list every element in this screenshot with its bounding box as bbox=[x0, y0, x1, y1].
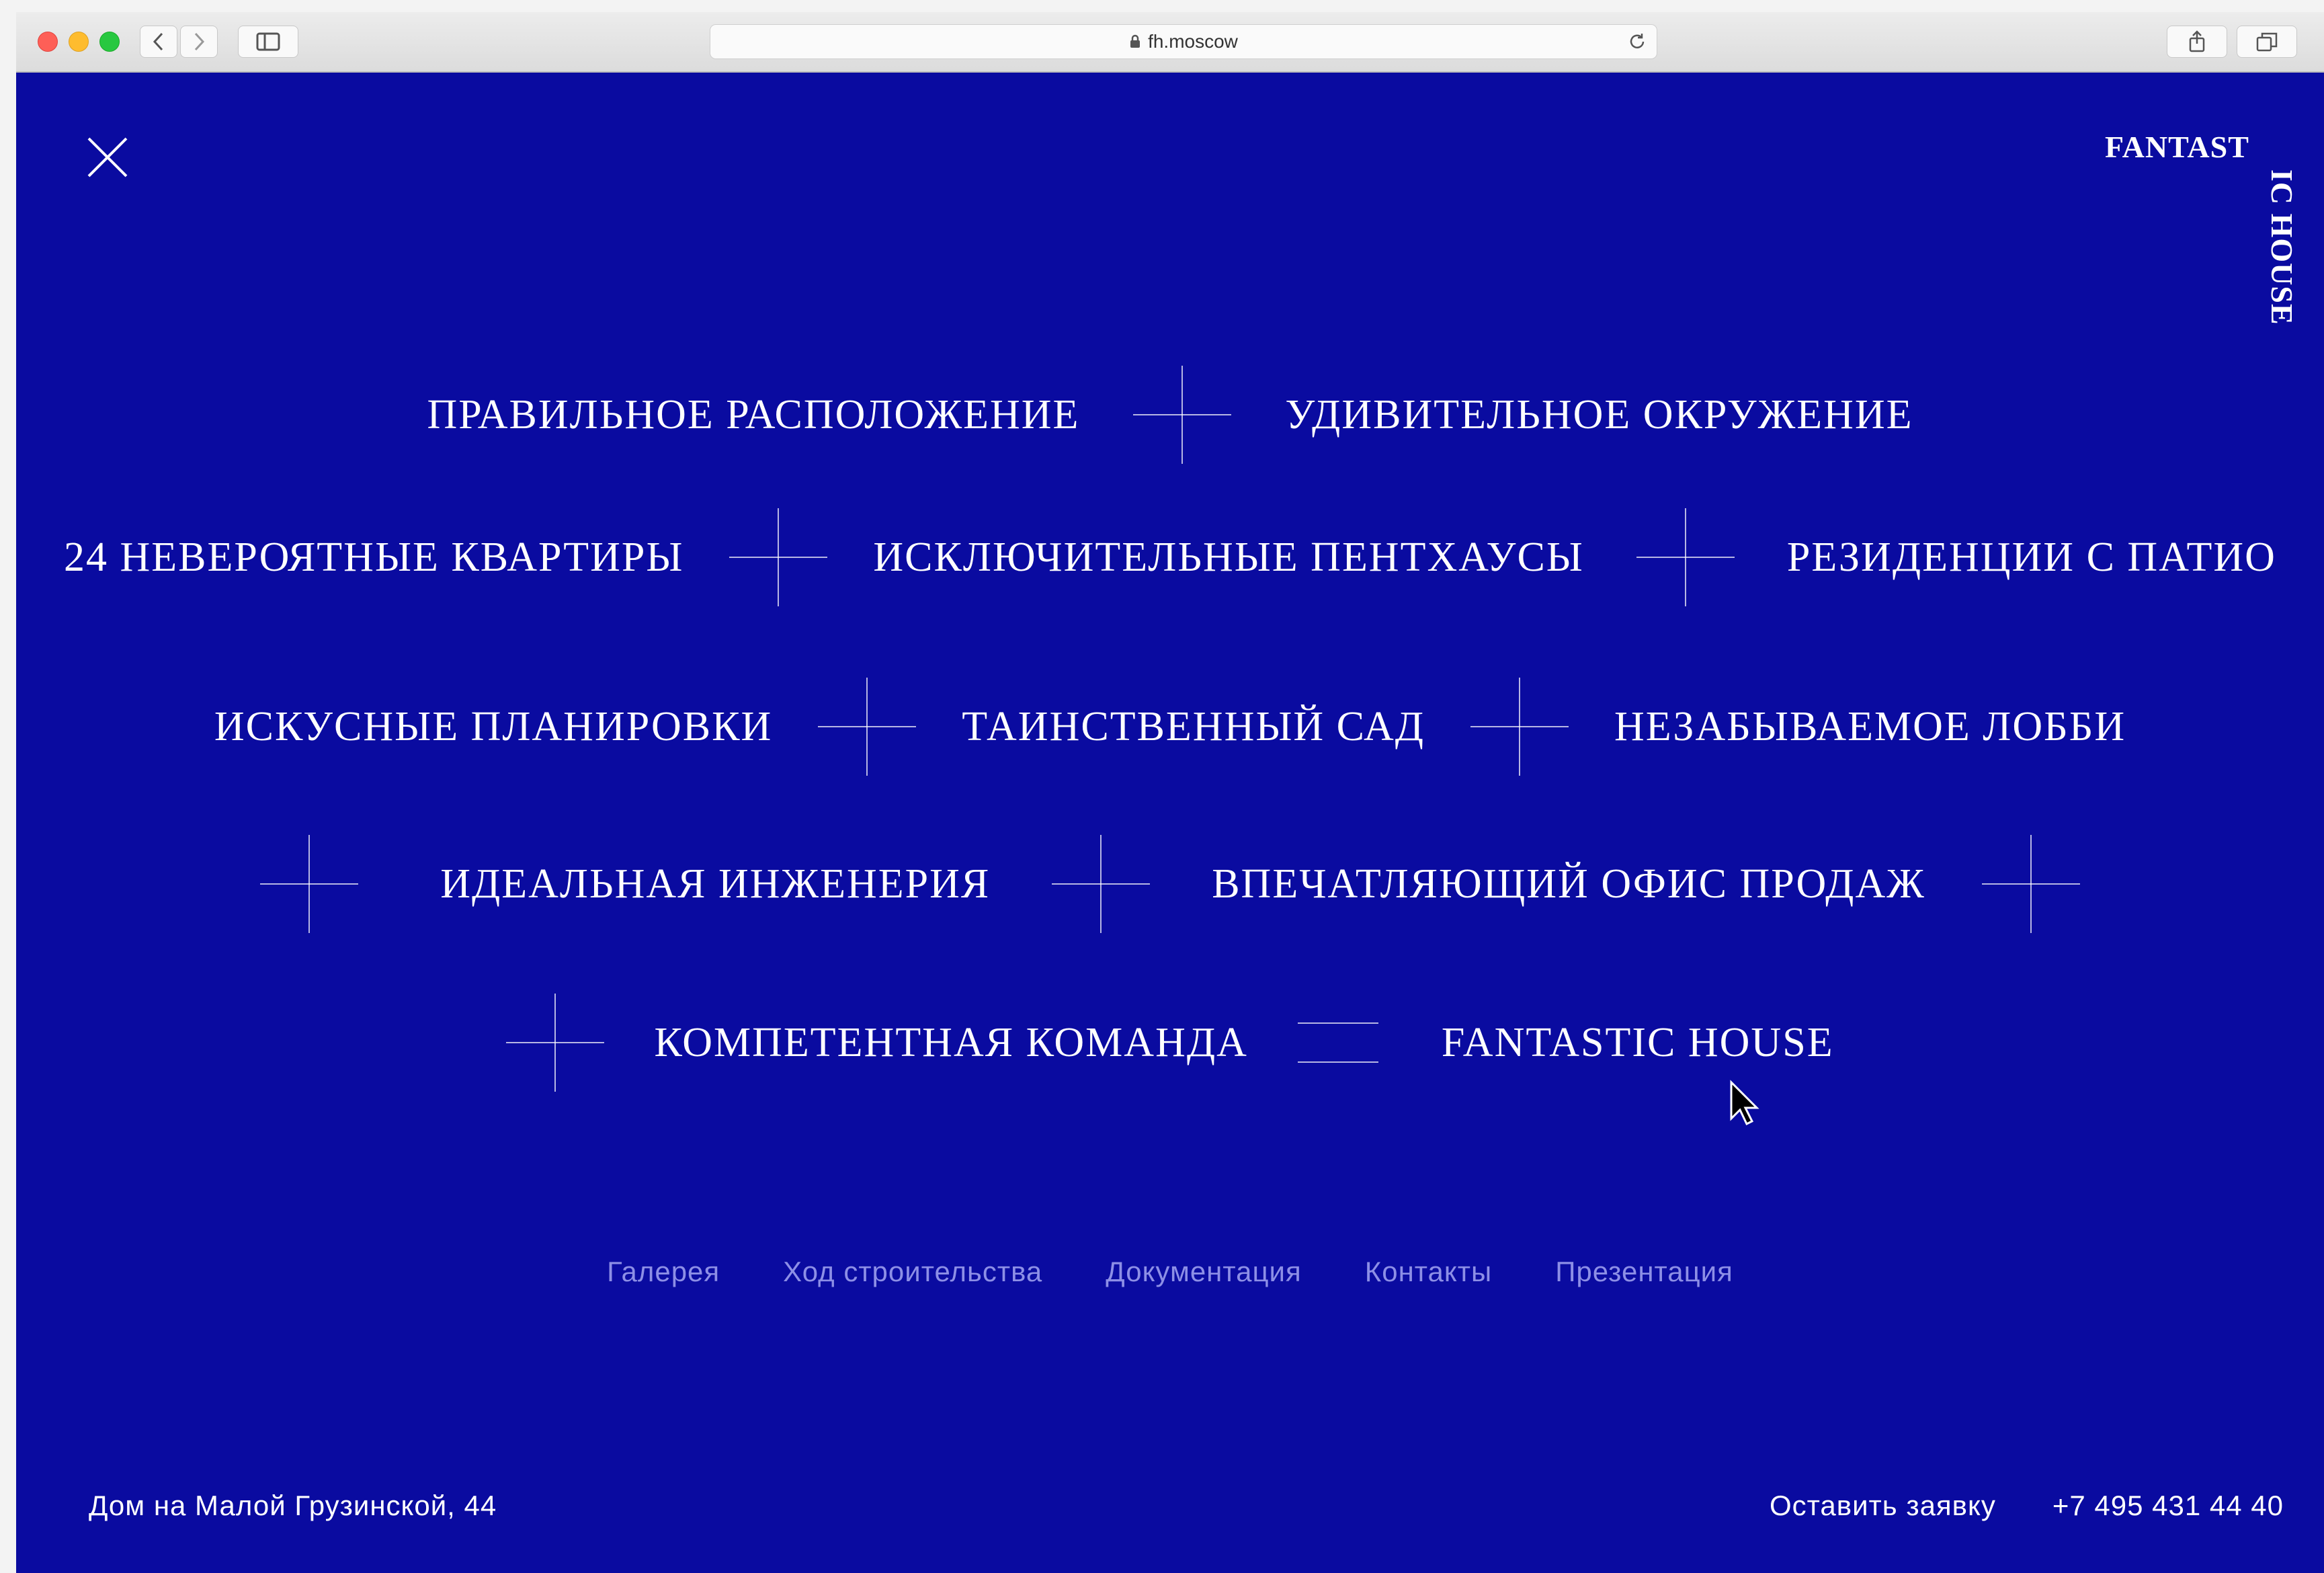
menu-row-2: 24 НЕВЕРОЯТНЫЕ КВАРТИРЫ ИСКЛЮЧИТЕЛЬНЫЕ П… bbox=[16, 508, 2324, 606]
nav-link-presentation[interactable]: Презентация bbox=[1555, 1256, 1733, 1288]
address-bar[interactable]: fh.moscow bbox=[710, 24, 1657, 59]
equals-divider bbox=[1297, 1022, 1378, 1063]
menu-item-fantastic-house[interactable]: FANTASTIC HOUSE bbox=[1442, 1019, 1834, 1067]
tabs-icon bbox=[2256, 32, 2278, 52]
footer-actions: Оставить заявку +7 495 431 44 40 bbox=[1770, 1490, 2284, 1522]
cross-divider bbox=[1133, 366, 1232, 464]
forward-icon bbox=[194, 32, 205, 51]
menu-row-1: ПРАВИЛЬНОЕ РАСПОЛОЖЕНИЕ УДИВИТЕЛЬНОЕ ОКР… bbox=[16, 366, 2324, 464]
lock-icon bbox=[1129, 34, 1141, 49]
sidebar-button[interactable] bbox=[238, 26, 298, 58]
menu-item-surroundings[interactable]: УДИВИТЕЛЬНОЕ ОКРУЖЕНИЕ bbox=[1285, 391, 1913, 439]
phone-link[interactable]: +7 495 431 44 40 bbox=[2052, 1490, 2284, 1522]
fantastic-house-logo[interactable]: FANTAST IC HOUSE bbox=[2105, 129, 2299, 325]
tabs-button[interactable] bbox=[2237, 26, 2297, 58]
menu-item-layouts[interactable]: ИСКУСНЫЕ ПЛАНИРОВКИ bbox=[214, 703, 772, 751]
browser-toolbar: fh.moscow bbox=[16, 12, 2324, 73]
reload-icon[interactable] bbox=[1627, 32, 1647, 56]
cross-divider bbox=[1052, 835, 1151, 933]
browser-window: fh.moscow FANTAST IC HOUSE ПРАВИЛЬНОЕ РА… bbox=[16, 12, 2324, 1573]
back-icon bbox=[153, 32, 163, 51]
sidebar-icon bbox=[256, 32, 280, 51]
menu-item-team[interactable]: КОМПЕТЕНТНАЯ КОМАНДА bbox=[654, 1019, 1247, 1067]
share-button[interactable] bbox=[2167, 26, 2227, 58]
menu-item-apartments[interactable]: 24 НЕВЕРОЯТНЫЕ КВАРТИРЫ bbox=[64, 534, 683, 581]
cross-divider bbox=[260, 835, 359, 933]
close-window-button[interactable] bbox=[38, 32, 58, 52]
nav-link-documents[interactable]: Документация bbox=[1106, 1256, 1301, 1288]
cross-divider bbox=[1470, 678, 1569, 776]
request-link[interactable]: Оставить заявку bbox=[1770, 1490, 1996, 1522]
menu-row-5: КОМПЕТЕНТНАЯ КОМАНДА FANTASTIC HOUSE bbox=[16, 994, 2324, 1092]
cross-divider bbox=[1636, 508, 1735, 606]
menu-item-penthouses[interactable]: ИСКЛЮЧИТЕЛЬНЫЕ ПЕНТХАУСЫ bbox=[873, 534, 1583, 581]
secondary-nav: Галерея Ход строительства Документация К… bbox=[16, 1256, 2324, 1288]
share-icon bbox=[2189, 30, 2205, 52]
footer-address: Дом на Малой Грузинской, 44 bbox=[89, 1490, 497, 1521]
back-button[interactable] bbox=[140, 26, 177, 58]
cross-divider bbox=[818, 678, 917, 776]
logo-text-vertical: IC HOUSE bbox=[2265, 169, 2299, 325]
menu-overlay: FANTAST IC HOUSE ПРАВИЛЬНОЕ РАСПОЛОЖЕНИЕ… bbox=[16, 71, 2324, 1573]
url-text: fh.moscow bbox=[1148, 31, 1238, 52]
cross-divider bbox=[506, 994, 605, 1092]
menu-item-engineering[interactable]: ИДЕАЛЬНАЯ ИНЖЕНЕРИЯ bbox=[440, 860, 990, 908]
cross-divider bbox=[729, 508, 828, 606]
nav-link-construction[interactable]: Ход строительства bbox=[783, 1256, 1042, 1288]
menu-item-secret-garden[interactable]: ТАИНСТВЕННЫЙ САД bbox=[962, 703, 1425, 751]
forward-button[interactable] bbox=[180, 26, 218, 58]
menu-row-3: ИСКУСНЫЕ ПЛАНИРОВКИ ТАИНСТВЕННЫЙ САД НЕЗ… bbox=[16, 678, 2324, 776]
close-icon[interactable] bbox=[86, 136, 129, 179]
menu-row-4: ИДЕАЛЬНАЯ ИНЖЕНЕРИЯ ВПЕЧАТЛЯЮЩИЙ ОФИС ПР… bbox=[16, 835, 2324, 933]
nav-link-contacts[interactable]: Контакты bbox=[1365, 1256, 1492, 1288]
minimize-window-button[interactable] bbox=[69, 32, 89, 52]
menu-item-sales-office[interactable]: ВПЕЧАТЛЯЮЩИЙ ОФИС ПРОДАЖ bbox=[1212, 860, 1925, 908]
menu-item-location[interactable]: ПРАВИЛЬНОЕ РАСПОЛОЖЕНИЕ bbox=[427, 391, 1079, 439]
menu-item-patio-residences[interactable]: РЕЗИДЕНЦИИ С ПАТИО bbox=[1787, 534, 2276, 581]
logo-text-top: FANTAST bbox=[2105, 130, 2249, 164]
mouse-cursor-icon bbox=[1730, 1080, 1759, 1126]
cross-divider bbox=[1981, 835, 2080, 933]
zoom-window-button[interactable] bbox=[99, 32, 120, 52]
menu-item-lobby[interactable]: НЕЗАБЫВАЕМОЕ ЛОББИ bbox=[1614, 703, 2126, 751]
nav-link-gallery[interactable]: Галерея bbox=[607, 1256, 720, 1288]
